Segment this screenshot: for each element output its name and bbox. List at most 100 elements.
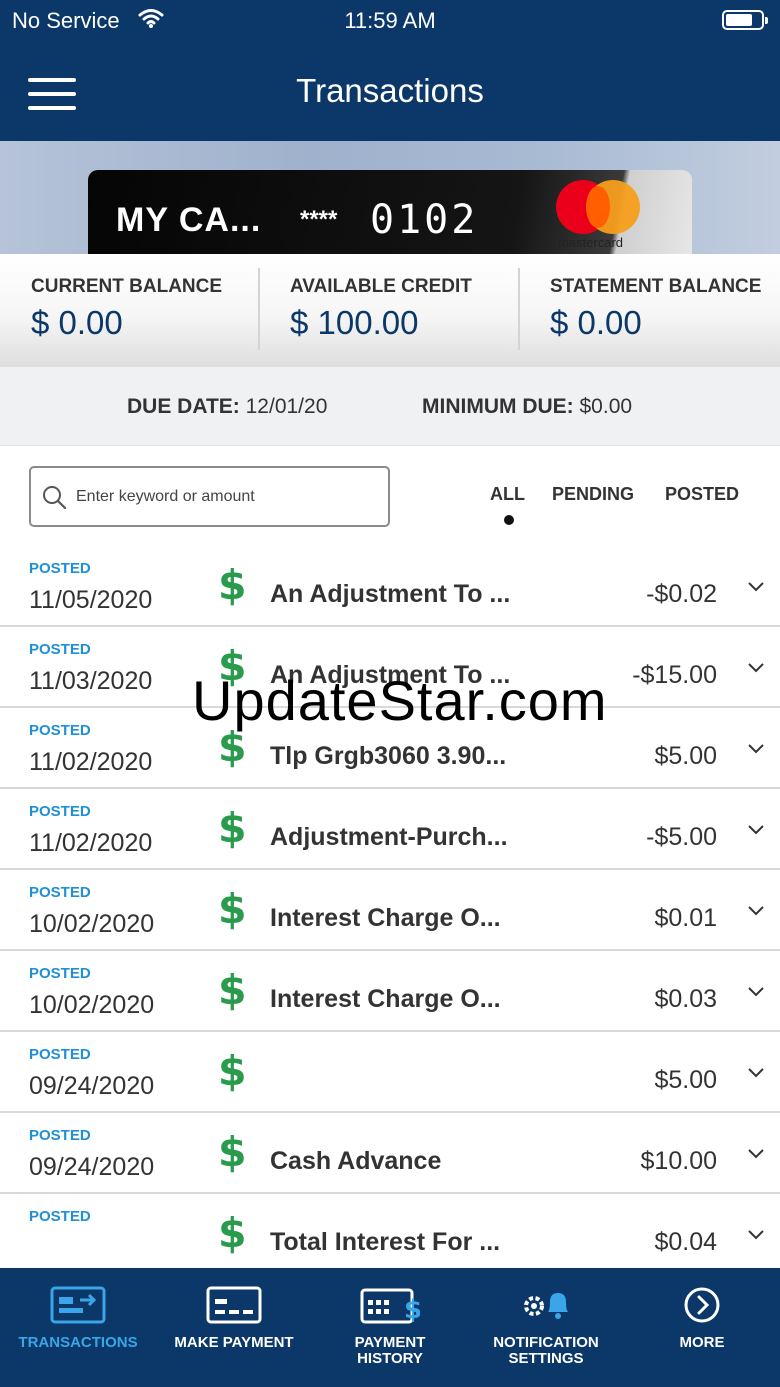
balances-panel: CURRENT BALANCE $ 0.00 AVAILABLE CREDIT … [0,254,780,367]
clock: 11:59 AM [344,8,436,33]
page-title: Transactions [296,72,484,109]
svg-text:$: $ [404,1295,420,1325]
transactions-icon [50,1286,106,1326]
divider [518,268,520,350]
transaction-description: Cash Advance [270,1147,442,1175]
dollar-icon: $ [218,1128,247,1176]
transaction-status: POSTED [29,884,91,901]
transaction-status: POSTED [29,1208,91,1225]
dollar-icon: $ [218,561,247,609]
tab-label: PAYMENT HISTORY [354,1334,426,1367]
transaction-row[interactable]: POSTED 10/02/2020 $ Interest Charge O... $0.… [0,951,780,1032]
transaction-date: 11/05/2020 [29,586,153,614]
transaction-amount: -$0.02 [646,580,717,608]
transaction-description: Interest Charge O... [270,985,501,1013]
transaction-amount: $0.03 [654,985,717,1013]
chevron-down-icon[interactable] [747,1064,765,1082]
dollar-icon: $ [218,1209,247,1257]
notification-settings-icon [518,1286,574,1326]
tab-notification-settings[interactable]: NOTIFICATION SETTINGS [468,1268,624,1387]
filter-all[interactable]: ALL [490,484,525,505]
card-brand: mastercard [558,235,624,250]
transaction-description: Tlp Grgb3060 3.90... [270,742,507,770]
chevron-down-icon[interactable] [747,578,765,596]
more-icon [683,1286,721,1326]
payment-history-icon: $ [360,1286,422,1326]
card-banner: MY CA... **** 0102 mastercard [0,141,780,254]
dollar-icon: $ [218,723,247,771]
divider [258,268,260,350]
chevron-down-icon[interactable] [747,659,765,677]
transaction-amount: $5.00 [654,742,717,770]
transaction-row[interactable]: POSTED 09/24/2020 $ Cash Advance $10.00 [0,1113,780,1194]
tab-label: MAKE PAYMENT [174,1334,294,1351]
transaction-row[interactable]: POSTED 11/02/2020 $ Tlp Grgb3060 3.90... $5.… [0,708,780,789]
balance-label: STATEMENT BALANCE [550,276,762,297]
credit-card[interactable]: MY CA... **** 0102 mastercard [88,170,692,254]
search-placeholder: Enter keyword or amount [76,488,255,505]
due-date: DUE DATE: 12/01/20 [127,395,327,419]
dollar-icon: $ [218,885,247,933]
transaction-description: Interest Charge O... [270,904,501,932]
minimum-due: MINIMUM DUE: $0.00 [422,395,632,419]
chevron-down-icon[interactable] [747,1145,765,1163]
tab-label: MORE [679,1334,725,1351]
tab-payment-history[interactable]: $ PAYMENT HISTORY [312,1268,468,1387]
chevron-down-icon[interactable] [747,740,765,758]
card-payment-icon [206,1286,262,1326]
balance-value: $ 0.00 [550,304,642,341]
transaction-amount: $5.00 [654,1066,717,1094]
transaction-date: 10/02/2020 [29,910,155,938]
card-name: MY CA... [116,201,262,239]
transaction-row[interactable]: POSTED $ Total Interest For ... $0.04 [0,1194,780,1275]
status-bar: No Service 11:59 AM [0,0,780,40]
balance-value: $ 100.00 [290,304,419,341]
transaction-row[interactable]: POSTED 11/03/2020 $ An Adjustment To ... -$1… [0,627,780,708]
transaction-amount: $0.04 [654,1228,717,1256]
balance-label: AVAILABLE CREDIT [290,276,472,297]
search-input[interactable]: Enter keyword or amount [29,466,390,527]
transaction-row[interactable]: POSTED 09/24/2020 $ $5.00 [0,1032,780,1113]
chevron-down-icon[interactable] [747,902,765,920]
bottom-tab-bar: TRANSACTIONS MAKE PAYMENT $ PAYMENT HISTO… [0,1268,780,1387]
transaction-status: POSTED [29,1046,91,1063]
tab-label: NOTIFICATION SETTINGS [493,1334,599,1367]
transaction-date: 11/02/2020 [29,829,153,857]
transaction-row[interactable]: POSTED 10/02/2020 $ Interest Charge O... $0.… [0,870,780,951]
minimum-due-label: MINIMUM DUE: [422,395,574,418]
transaction-description: An Adjustment To ... [270,580,511,608]
dollar-icon: $ [218,966,247,1014]
due-date-label: DUE DATE: [127,395,240,418]
transaction-date: 09/24/2020 [29,1072,155,1100]
transaction-description: Total Interest For ... [270,1228,501,1256]
transaction-status: POSTED [29,560,91,577]
dollar-icon: $ [218,804,247,852]
transaction-row[interactable]: POSTED 11/05/2020 $ An Adjustment To ... -$0… [0,546,780,627]
card-mask: **** [300,206,338,233]
transaction-status: POSTED [29,641,91,658]
tab-more[interactable]: MORE [624,1268,780,1387]
filter-posted[interactable]: POSTED [665,484,739,505]
transaction-date: 11/02/2020 [29,748,153,776]
top-bar: No Service 11:59 AM Transactions [0,0,780,141]
balance-label: CURRENT BALANCE [31,276,223,297]
transaction-status: POSTED [29,722,91,739]
transaction-date: 09/24/2020 [29,1153,155,1181]
transaction-status: POSTED [29,1127,91,1144]
dollar-icon: $ [218,642,247,690]
transaction-description: Adjustment-Purch... [270,823,508,851]
battery-icon [722,10,768,30]
transaction-row[interactable]: POSTED 11/02/2020 $ Adjustment-Purch... -$5.… [0,789,780,870]
filter-pending[interactable]: PENDING [552,484,634,505]
balance-value: $ 0.00 [31,304,123,341]
chevron-down-icon[interactable] [747,983,765,1001]
tab-transactions[interactable]: TRANSACTIONS [0,1268,156,1387]
transaction-amount: -$15.00 [632,661,717,689]
chevron-down-icon[interactable] [747,1226,765,1244]
chevron-down-icon[interactable] [747,821,765,839]
tab-make-payment[interactable]: MAKE PAYMENT [156,1268,312,1387]
transaction-date: 11/03/2020 [29,667,153,695]
dollar-icon: $ [218,1047,247,1095]
minimum-due-value: $0.00 [579,395,633,418]
tab-label: TRANSACTIONS [18,1334,138,1351]
